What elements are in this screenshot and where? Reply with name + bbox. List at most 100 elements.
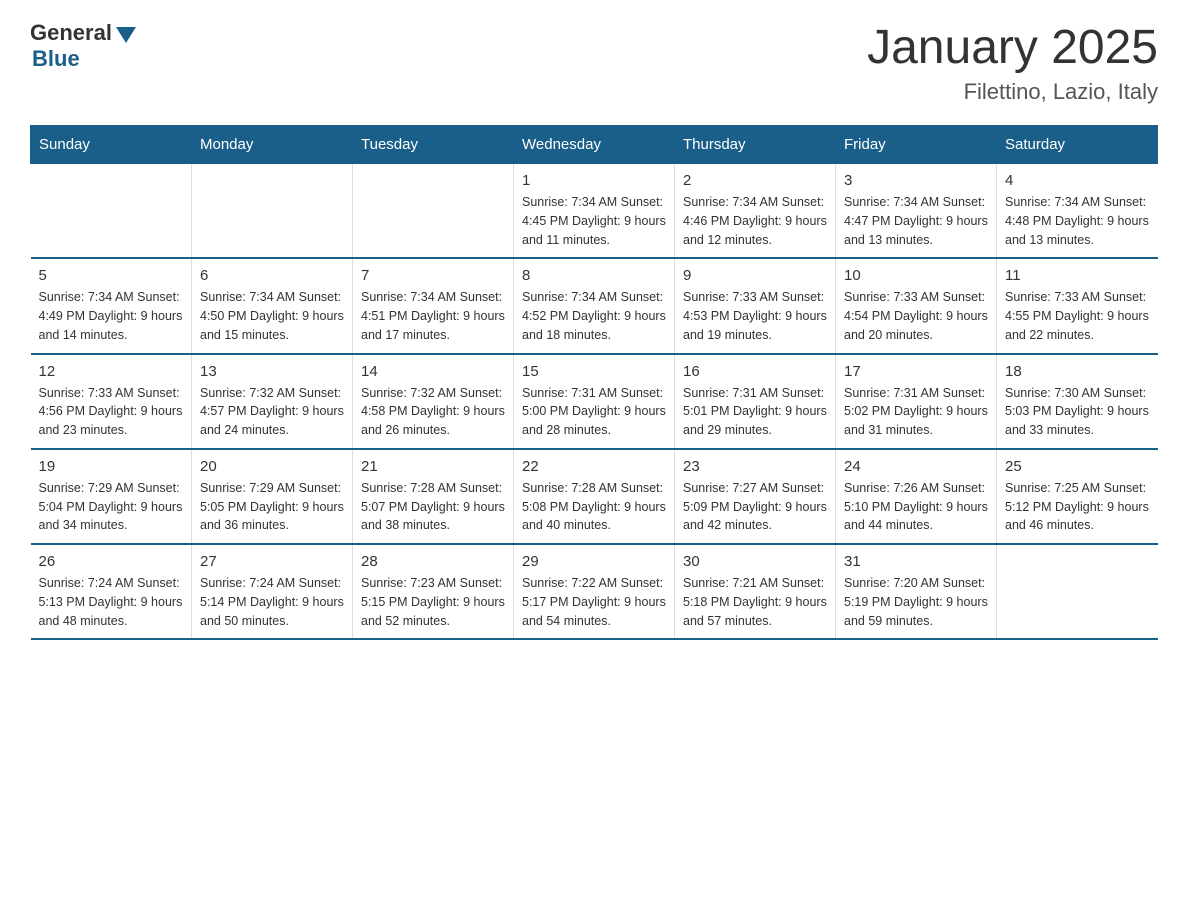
day-info: Sunrise: 7:33 AM Sunset: 4:53 PM Dayligh… — [683, 288, 827, 344]
calendar-cell: 18 Sunrise: 7:30 AM Sunset: 5:03 PM Dayli… — [997, 354, 1158, 449]
day-info: Sunrise: 7:26 AM Sunset: 5:10 PM Dayligh… — [844, 479, 988, 535]
subtitle: Filettino, Lazio, Italy — [867, 79, 1158, 105]
calendar-cell: 24 Sunrise: 7:26 AM Sunset: 5:10 PM Dayli… — [836, 449, 997, 544]
calendar-cell: 21 Sunrise: 7:28 AM Sunset: 5:07 PM Dayli… — [353, 449, 514, 544]
day-number: 21 — [361, 458, 505, 475]
calendar-cell: 9 Sunrise: 7:33 AM Sunset: 4:53 PM Daylig… — [675, 258, 836, 353]
header-cell-tuesday: Tuesday — [353, 126, 514, 164]
day-info: Sunrise: 7:34 AM Sunset: 4:52 PM Dayligh… — [522, 288, 666, 344]
day-number: 30 — [683, 553, 827, 570]
day-info: Sunrise: 7:33 AM Sunset: 4:56 PM Dayligh… — [39, 384, 184, 440]
day-info: Sunrise: 7:31 AM Sunset: 5:00 PM Dayligh… — [522, 384, 666, 440]
day-info: Sunrise: 7:20 AM Sunset: 5:19 PM Dayligh… — [844, 574, 988, 630]
day-number: 15 — [522, 363, 666, 380]
day-info: Sunrise: 7:27 AM Sunset: 5:09 PM Dayligh… — [683, 479, 827, 535]
day-number: 28 — [361, 553, 505, 570]
page-header: General Blue January 2025 Filettino, Laz… — [30, 20, 1158, 105]
day-info: Sunrise: 7:34 AM Sunset: 4:45 PM Dayligh… — [522, 193, 666, 249]
calendar-cell: 15 Sunrise: 7:31 AM Sunset: 5:00 PM Dayli… — [514, 354, 675, 449]
calendar-cell: 19 Sunrise: 7:29 AM Sunset: 5:04 PM Dayli… — [31, 449, 192, 544]
calendar-cell: 29 Sunrise: 7:22 AM Sunset: 5:17 PM Dayli… — [514, 544, 675, 639]
calendar-cell: 4Sunrise: 7:34 AM Sunset: 4:48 PM Daylig… — [997, 164, 1158, 259]
header-cell-wednesday: Wednesday — [514, 126, 675, 164]
day-info: Sunrise: 7:25 AM Sunset: 5:12 PM Dayligh… — [1005, 479, 1150, 535]
logo-arrow-icon — [116, 27, 136, 43]
day-info: Sunrise: 7:28 AM Sunset: 5:08 PM Dayligh… — [522, 479, 666, 535]
calendar-cell — [353, 164, 514, 259]
day-number: 10 — [844, 267, 988, 284]
day-info: Sunrise: 7:21 AM Sunset: 5:18 PM Dayligh… — [683, 574, 827, 630]
calendar-header: SundayMondayTuesdayWednesdayThursdayFrid… — [31, 126, 1158, 164]
day-number: 18 — [1005, 363, 1150, 380]
calendar-cell: 25 Sunrise: 7:25 AM Sunset: 5:12 PM Dayli… — [997, 449, 1158, 544]
day-info: Sunrise: 7:22 AM Sunset: 5:17 PM Dayligh… — [522, 574, 666, 630]
day-info: Sunrise: 7:34 AM Sunset: 4:49 PM Dayligh… — [39, 288, 184, 344]
calendar-cell: 12 Sunrise: 7:33 AM Sunset: 4:56 PM Dayli… — [31, 354, 192, 449]
day-number: 12 — [39, 363, 184, 380]
day-number: 2 — [683, 172, 827, 189]
calendar-cell: 6Sunrise: 7:34 AM Sunset: 4:50 PM Daylig… — [192, 258, 353, 353]
calendar-week-4: 19 Sunrise: 7:29 AM Sunset: 5:04 PM Dayli… — [31, 449, 1158, 544]
day-info: Sunrise: 7:34 AM Sunset: 4:47 PM Dayligh… — [844, 193, 988, 249]
day-info: Sunrise: 7:24 AM Sunset: 5:14 PM Dayligh… — [200, 574, 344, 630]
calendar-week-3: 12 Sunrise: 7:33 AM Sunset: 4:56 PM Dayli… — [31, 354, 1158, 449]
day-info: Sunrise: 7:30 AM Sunset: 5:03 PM Dayligh… — [1005, 384, 1150, 440]
day-info: Sunrise: 7:32 AM Sunset: 4:57 PM Dayligh… — [200, 384, 344, 440]
calendar-cell: 26Sunrise: 7:24 AM Sunset: 5:13 PM Dayli… — [31, 544, 192, 639]
day-number: 24 — [844, 458, 988, 475]
calendar-cell: 3 Sunrise: 7:34 AM Sunset: 4:47 PM Daylig… — [836, 164, 997, 259]
header-cell-thursday: Thursday — [675, 126, 836, 164]
calendar-cell: 14Sunrise: 7:32 AM Sunset: 4:58 PM Dayli… — [353, 354, 514, 449]
calendar-cell — [192, 164, 353, 259]
calendar-cell — [31, 164, 192, 259]
calendar-cell: 13Sunrise: 7:32 AM Sunset: 4:57 PM Dayli… — [192, 354, 353, 449]
calendar-cell: 10Sunrise: 7:33 AM Sunset: 4:54 PM Dayli… — [836, 258, 997, 353]
day-number: 5 — [39, 267, 184, 284]
day-number: 29 — [522, 553, 666, 570]
header-cell-saturday: Saturday — [997, 126, 1158, 164]
day-info: Sunrise: 7:28 AM Sunset: 5:07 PM Dayligh… — [361, 479, 505, 535]
logo-general-text: General — [30, 20, 112, 46]
calendar-table: SundayMondayTuesdayWednesdayThursdayFrid… — [30, 125, 1158, 640]
day-number: 11 — [1005, 267, 1150, 284]
calendar-cell: 31Sunrise: 7:20 AM Sunset: 5:19 PM Dayli… — [836, 544, 997, 639]
calendar-body: 1Sunrise: 7:34 AM Sunset: 4:45 PM Daylig… — [31, 164, 1158, 640]
calendar-week-2: 5 Sunrise: 7:34 AM Sunset: 4:49 PM Daylig… — [31, 258, 1158, 353]
day-info: Sunrise: 7:29 AM Sunset: 5:04 PM Dayligh… — [39, 479, 184, 535]
day-number: 16 — [683, 363, 827, 380]
calendar-cell: 8 Sunrise: 7:34 AM Sunset: 4:52 PM Daylig… — [514, 258, 675, 353]
day-number: 6 — [200, 267, 344, 284]
calendar-cell: 22 Sunrise: 7:28 AM Sunset: 5:08 PM Dayli… — [514, 449, 675, 544]
day-number: 3 — [844, 172, 988, 189]
calendar-cell: 17Sunrise: 7:31 AM Sunset: 5:02 PM Dayli… — [836, 354, 997, 449]
calendar-cell — [997, 544, 1158, 639]
header-cell-monday: Monday — [192, 126, 353, 164]
day-info: Sunrise: 7:34 AM Sunset: 4:51 PM Dayligh… — [361, 288, 505, 344]
day-number: 25 — [1005, 458, 1150, 475]
day-number: 9 — [683, 267, 827, 284]
day-info: Sunrise: 7:29 AM Sunset: 5:05 PM Dayligh… — [200, 479, 344, 535]
day-number: 22 — [522, 458, 666, 475]
calendar-cell: 5 Sunrise: 7:34 AM Sunset: 4:49 PM Daylig… — [31, 258, 192, 353]
main-title: January 2025 — [867, 20, 1158, 75]
header-cell-friday: Friday — [836, 126, 997, 164]
day-info: Sunrise: 7:34 AM Sunset: 4:46 PM Dayligh… — [683, 193, 827, 249]
calendar-cell: 2 Sunrise: 7:34 AM Sunset: 4:46 PM Daylig… — [675, 164, 836, 259]
title-section: January 2025 Filettino, Lazio, Italy — [867, 20, 1158, 105]
logo: General Blue — [30, 20, 136, 72]
calendar-cell: 27Sunrise: 7:24 AM Sunset: 5:14 PM Dayli… — [192, 544, 353, 639]
calendar-cell: 11 Sunrise: 7:33 AM Sunset: 4:55 PM Dayli… — [997, 258, 1158, 353]
day-number: 7 — [361, 267, 505, 284]
day-info: Sunrise: 7:23 AM Sunset: 5:15 PM Dayligh… — [361, 574, 505, 630]
logo-blue-text: Blue — [32, 46, 80, 72]
day-number: 19 — [39, 458, 184, 475]
day-info: Sunrise: 7:34 AM Sunset: 4:48 PM Dayligh… — [1005, 193, 1150, 249]
day-info: Sunrise: 7:33 AM Sunset: 4:55 PM Dayligh… — [1005, 288, 1150, 344]
calendar-cell: 28 Sunrise: 7:23 AM Sunset: 5:15 PM Dayli… — [353, 544, 514, 639]
calendar-cell: 20Sunrise: 7:29 AM Sunset: 5:05 PM Dayli… — [192, 449, 353, 544]
calendar-cell: 23Sunrise: 7:27 AM Sunset: 5:09 PM Dayli… — [675, 449, 836, 544]
day-info: Sunrise: 7:31 AM Sunset: 5:02 PM Dayligh… — [844, 384, 988, 440]
day-number: 8 — [522, 267, 666, 284]
calendar-cell: 30 Sunrise: 7:21 AM Sunset: 5:18 PM Dayli… — [675, 544, 836, 639]
day-info: Sunrise: 7:31 AM Sunset: 5:01 PM Dayligh… — [683, 384, 827, 440]
